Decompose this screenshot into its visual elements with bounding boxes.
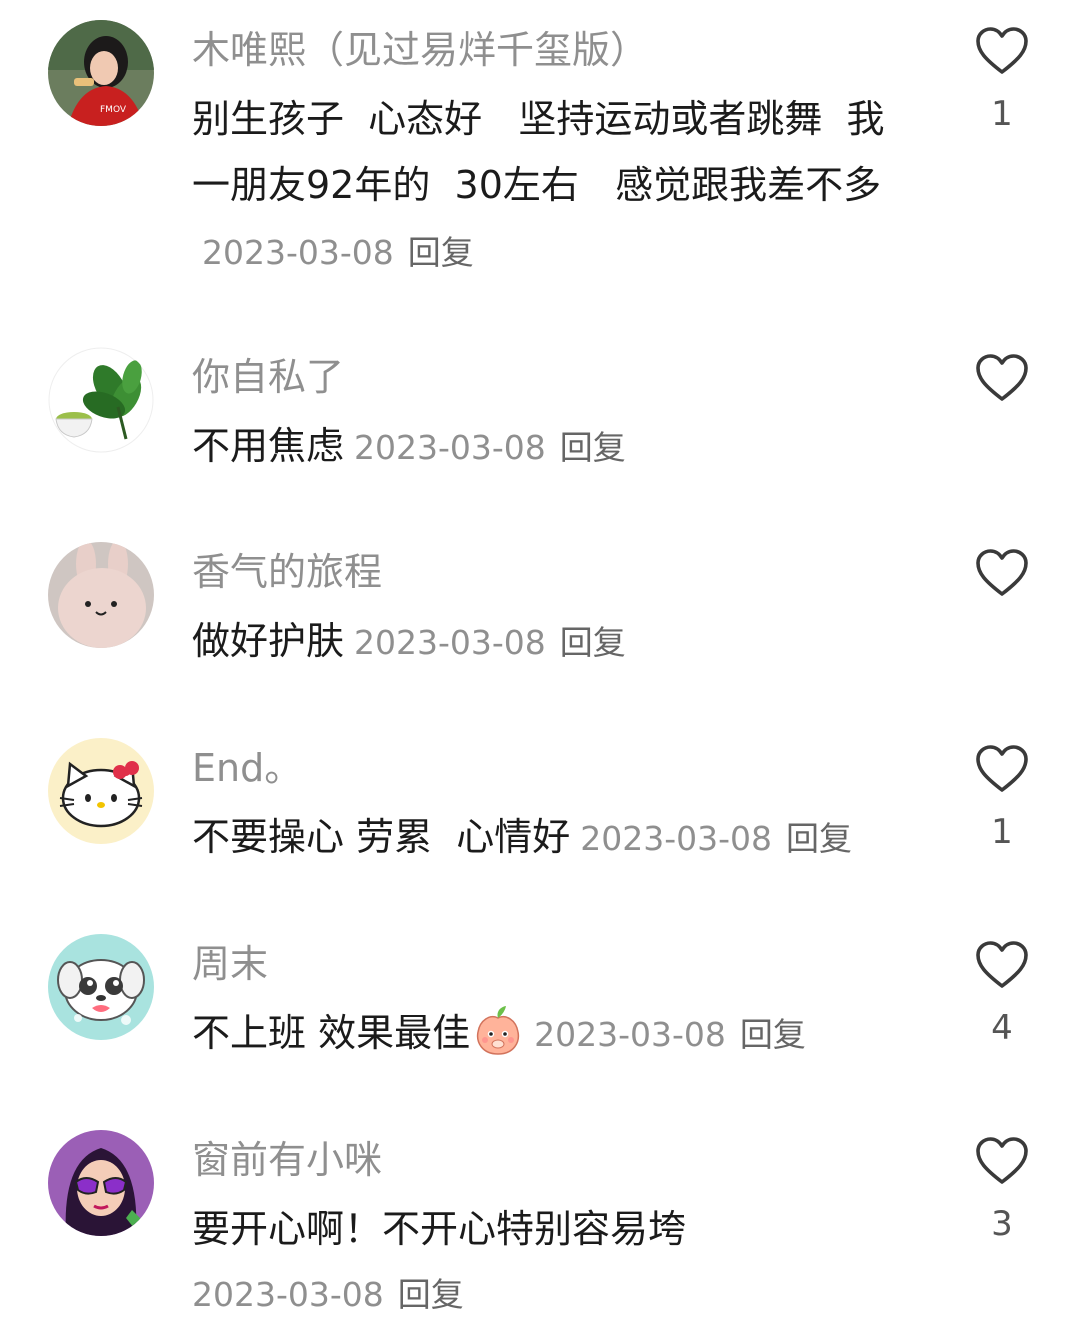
avatar[interactable]: FMOV xyxy=(48,20,154,126)
comment-meta: 2023-03-08 回复 xyxy=(524,1015,806,1054)
reply-button[interactable]: 回复 xyxy=(786,819,852,858)
avatar[interactable] xyxy=(48,347,154,453)
avatar[interactable] xyxy=(48,542,154,648)
comment-date: 2023-03-08 xyxy=(354,623,546,662)
comment-meta: 2023-03-08 回复 xyxy=(344,623,626,662)
reply-button[interactable]: 回复 xyxy=(560,428,626,467)
avatar-hello-kitty-icon xyxy=(48,738,154,844)
like-area xyxy=(968,353,1036,403)
reply-button[interactable]: 回复 xyxy=(408,233,474,272)
comment-meta: 2023-03-08 回复 xyxy=(570,819,852,858)
heart-icon[interactable] xyxy=(975,26,1029,76)
username[interactable]: End。 xyxy=(192,744,912,792)
like-area xyxy=(968,548,1036,598)
username[interactable]: 香气的旅程 xyxy=(192,548,912,596)
comment-date: 2023-03-08 xyxy=(202,233,394,272)
reply-button[interactable]: 回复 xyxy=(398,1275,464,1314)
comment-date: 2023-03-08 xyxy=(354,428,546,467)
comment-date: 2023-03-08 xyxy=(534,1015,726,1054)
like-area: 1 xyxy=(968,26,1036,134)
username[interactable]: 窗前有小咪 xyxy=(192,1136,912,1184)
heart-icon[interactable] xyxy=(975,548,1029,598)
avatar[interactable] xyxy=(48,934,154,1040)
avatar-bunny-plush-icon xyxy=(48,542,154,648)
avatar-woman-photo-icon: FMOV xyxy=(48,20,154,126)
like-count: 4 xyxy=(991,1008,1013,1048)
avatar-puppy-cartoon-icon xyxy=(48,934,154,1040)
heart-icon[interactable] xyxy=(975,744,1029,794)
comment-body: 木唯熙（见过易烊千玺版） 别生孩子 心态好 坚持运动或者跳舞 我一朋友92年的 … xyxy=(192,26,912,286)
username[interactable]: 木唯熙（见过易烊千玺版） xyxy=(192,26,912,74)
heart-icon[interactable] xyxy=(975,353,1029,403)
svg-text:FMOV: FMOV xyxy=(100,105,127,115)
comment-text-content: 不用焦虑 xyxy=(192,424,345,468)
reply-button[interactable]: 回复 xyxy=(740,1015,806,1054)
avatar-tea-leaves-icon xyxy=(48,347,154,453)
comment-date: 2023-03-08 xyxy=(580,819,773,858)
like-area: 1 xyxy=(968,744,1036,852)
comment-text: 不要操心 劳累 心情好 2023-03-08 回复 xyxy=(192,804,912,872)
comment-body: End。 不要操心 劳累 心情好 2023-03-08 回复 xyxy=(192,744,912,872)
comment-body: 周末 不上班 效果最佳 2023-03-08 回复 xyxy=(192,940,912,1068)
comment-text: 别生孩子 心态好 坚持运动或者跳舞 我一朋友92年的 30左右 感觉跟我差不多 2… xyxy=(192,86,912,286)
like-area: 3 xyxy=(968,1136,1036,1244)
comment-text: 要开心啊！不开心特别容易垮 xyxy=(192,1196,912,1262)
like-area: 4 xyxy=(968,940,1036,1048)
comment-body: 香气的旅程 做好护肤 2023-03-08 回复 xyxy=(192,548,912,676)
like-count: 3 xyxy=(991,1204,1013,1244)
avatar-girl-sunglasses-icon xyxy=(48,1130,154,1236)
reply-button[interactable]: 回复 xyxy=(560,623,626,662)
comment-text-content: 别生孩子 心态好 坚持运动或者跳舞 我一朋友92年的 30左右 感觉跟我差不多 xyxy=(192,97,885,207)
comment-meta: 2023-03-08 回复 xyxy=(192,1272,912,1318)
like-count: 1 xyxy=(991,94,1013,134)
comment-text-content: 不要操心 劳累 心情好 xyxy=(192,815,571,859)
username[interactable]: 周末 xyxy=(192,940,912,988)
comment-text: 不用焦虑 2023-03-08 回复 xyxy=(192,413,912,481)
avatar[interactable] xyxy=(48,1130,154,1236)
comment-body: 你自私了 不用焦虑 2023-03-08 回复 xyxy=(192,353,912,481)
peach-emoji-icon xyxy=(476,1006,520,1055)
heart-icon[interactable] xyxy=(975,940,1029,990)
comment-date: 2023-03-08 xyxy=(192,1275,384,1314)
heart-icon[interactable] xyxy=(975,1136,1029,1186)
comment-text-content: 要开心啊！不开心特别容易垮 xyxy=(192,1207,687,1251)
comment-text: 不上班 效果最佳 2023-03-08 回复 xyxy=(192,1000,912,1068)
comment-meta: 2023-03-08 回复 xyxy=(192,233,474,272)
comment-meta: 2023-03-08 回复 xyxy=(344,428,626,467)
comment-text: 做好护肤 2023-03-08 回复 xyxy=(192,608,912,676)
comment-text-content: 不上班 效果最佳 xyxy=(192,1011,471,1055)
comment-body: 窗前有小咪 要开心啊！不开心特别容易垮 2023-03-08 回复 xyxy=(192,1136,912,1318)
username[interactable]: 你自私了 xyxy=(192,353,912,401)
comment-text-content: 做好护肤 xyxy=(192,619,345,663)
avatar[interactable] xyxy=(48,738,154,844)
like-count: 1 xyxy=(991,812,1013,852)
